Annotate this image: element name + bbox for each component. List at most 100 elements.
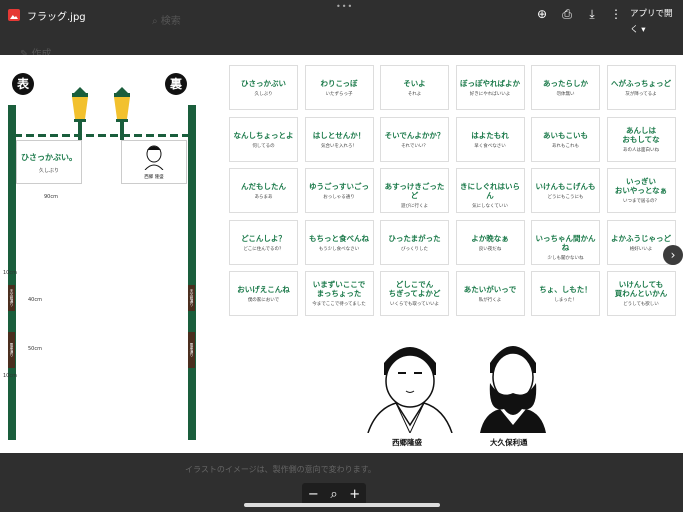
phrase-card-sub: 今までここで待ってました (312, 302, 366, 307)
vsign-left-b: 電車通り (8, 332, 15, 368)
phrase-card-sub: どうにもこうにも (547, 195, 584, 200)
phrase-card: よか晩なぁ良い夜だね (455, 219, 525, 265)
phrase-card: あたいがいっで私が行くよ (455, 271, 525, 316)
dim-bottom: 10cm (3, 373, 17, 379)
phrase-card-sub: いたずらっ子 (325, 92, 353, 97)
phrase-card-main: そいでんよかか？ (384, 130, 445, 140)
phrase-card: あったらしか 勿体無い (531, 65, 600, 110)
phrase-card-sub: 灰が降ってるよ (625, 92, 657, 97)
phrase-card: おいげえこんね僕の家においで (229, 271, 298, 316)
phrase-card: いっぎい おいやっとなぁいつまで居るの？ (606, 168, 676, 213)
phrase-card-sub: いつまで居るの？ (623, 199, 659, 204)
more-vert-icon[interactable]: ⋮ (609, 7, 623, 21)
phrase-card-main: どしこでん ちぎってよかど (388, 280, 441, 298)
download-icon[interactable]: ⤓ (585, 7, 599, 21)
phrase-card: わりこっぼ いたずらっ子 (304, 65, 374, 110)
zoom-out-button[interactable]: − (308, 487, 319, 502)
dropdown-icon: ▾ (641, 25, 646, 35)
open-with-button[interactable]: アプリで開く ▾ (626, 6, 683, 35)
zoom-icon[interactable]: ⌕ (330, 487, 337, 502)
phrase-card-main: ちょ、しもた！ (539, 285, 592, 294)
back-sign: 西郷 隆盛 (121, 140, 187, 184)
next-image-button[interactable]: › (663, 245, 683, 265)
image-preview: 表 裏 ひさっかぶい。 久しぶり 西郷 隆盛 90cm 10cm 40cm 50… (0, 55, 683, 453)
phrase-card-sub: 久しぶり (254, 92, 273, 97)
phrase-card-main: きにしぐれはいらん (460, 182, 520, 200)
phrase-card-main: あたいがいっで (463, 285, 517, 294)
phrase-card-main: へがふっちょっど (611, 79, 671, 88)
zoom-in-button[interactable]: + (349, 487, 360, 502)
phrase-card: いけんしても 買わんといかんどうしても欲しい (606, 271, 676, 316)
phrase-card-sub: 好きにやればいいよ (469, 92, 511, 97)
phrase-card-main: おいげえこんね (237, 285, 290, 294)
phrase-card: そいでんよかか？ それでいい？ (380, 116, 449, 162)
crossbar (14, 134, 190, 137)
phrase-card-sub: おっしゃる通り (323, 195, 355, 200)
print-icon[interactable]: ⎙ (560, 7, 574, 21)
phrase-card-main: ぼっぽやればよか (460, 79, 520, 88)
front-sign-sub: 久しぶり (38, 168, 59, 174)
phrase-card-sub: それでいい？ (401, 143, 428, 149)
phrase-card-main: ゆうごっすいごっ (309, 182, 369, 191)
phrase-card: どこんしよ？ どこに住んでるの？ (229, 219, 298, 265)
vsign-right-b: 電車通り (188, 332, 195, 368)
phrase-card-main: いまずいここで まっちょった (312, 280, 366, 298)
phrase-card: あんしは おもしてな あの人は面白いね (606, 116, 676, 162)
phrase-card-main: あすっけきごったど (384, 182, 445, 200)
phrase-card-sub: 勿体無い (556, 92, 575, 97)
zoom-controls: − ⌕ + (302, 483, 366, 505)
vsign-left-a: 天文館通り (8, 285, 15, 311)
dim-mid: 40cm (28, 297, 42, 303)
phrase-card-sub: 私が行くよ (478, 298, 502, 303)
phrase-card-main: ひさっかぶい (241, 79, 286, 88)
phrase-card: ひさっかぶい久しぶり (229, 65, 298, 110)
dim-lower: 50cm (28, 346, 42, 352)
phrase-card-sub: あの人は面白いね (623, 147, 659, 153)
background-caption: イラストのイメージは、製作側の意向で変わります。 (185, 465, 376, 474)
phrase-card-main: ひったまがった (388, 233, 441, 243)
phrase-card-sub: あれもこれも (552, 143, 579, 149)
drag-handle-icon[interactable]: ••• (336, 2, 353, 11)
front-sign-main: ひさっかぶい。 (21, 153, 77, 162)
okubo-portrait-icon (480, 346, 546, 433)
phrase-card-main: どこんしよ？ (241, 233, 286, 243)
phrase-card-sub: どこに住んでるの？ (243, 246, 284, 252)
back-sign-name: 西郷 隆盛 (144, 175, 164, 180)
phrase-card: はよたもれ 早く食べなさい (455, 116, 525, 162)
saigo-mini-portrait-icon (144, 145, 164, 171)
phrase-card: そいよ それよ (380, 65, 449, 110)
phrase-card: あすっけきごったど 遊びに行くよ (380, 168, 449, 213)
phrase-card-main: そいよ (403, 79, 426, 88)
saigo-portrait-icon (367, 347, 453, 433)
add-to-drive-icon[interactable]: ⊕ (535, 7, 549, 21)
phrase-card: あいもこいもあれもこれも (531, 116, 600, 162)
phrase-card-sub: いくらでも取っていいよ (389, 302, 440, 307)
phrase-card: ちょ、しもた！ しまった！ (531, 271, 600, 316)
phrase-card-sub: あらまあ (254, 195, 273, 200)
phrase-card-sub: 早く食べなさい (474, 143, 506, 149)
phrase-card-main: いっぎい おいやっとなぁ (614, 177, 668, 195)
phrase-card-main: んだもしたん (241, 182, 286, 191)
phrase-card: へがふっちょっど灰が降ってるよ (606, 65, 676, 110)
phrase-card-sub: びっくりした (401, 246, 428, 252)
phrase-card: きにしぐれはいらん 気にしなくていい (455, 168, 525, 213)
phrase-card: どしこでん ちぎってよかどいくらでも取っていいよ (380, 271, 449, 316)
phrase-card-sub: 少しも聞かないね (547, 255, 584, 261)
phrase-card-sub: 良い夜だね (478, 246, 502, 252)
phrase-card: んだもしたんあらまあ (229, 168, 298, 213)
dim-top: 10cm (3, 270, 17, 276)
phrase-card-main: いっちゃん間かんね (535, 233, 596, 252)
phrase-card-sub: 何してるの (252, 143, 275, 149)
phrase-card-sub: もう少し食べなさい (318, 246, 360, 252)
chevron-right-icon: › (670, 248, 676, 262)
phrase-card-sub: どうしても欲しい (623, 302, 659, 307)
back-badge: 裏 (165, 73, 187, 95)
phrase-card: なんしちょっとよ 何してるの (229, 116, 298, 162)
phrase-card: ゆうごっすいごっおっしゃる通り (304, 168, 374, 213)
phrase-card-sub: 僕の家においで (247, 298, 280, 303)
front-badge: 表 (12, 73, 34, 95)
phrase-card-main: あいもこいも (543, 130, 588, 140)
phrase-card-main: いけんしても 買わんといかん (614, 280, 668, 298)
phrase-card: いまずいここで まっちょった今までここで待ってました (304, 271, 374, 316)
phrase-card-main: よか晩なぁ (471, 233, 509, 243)
